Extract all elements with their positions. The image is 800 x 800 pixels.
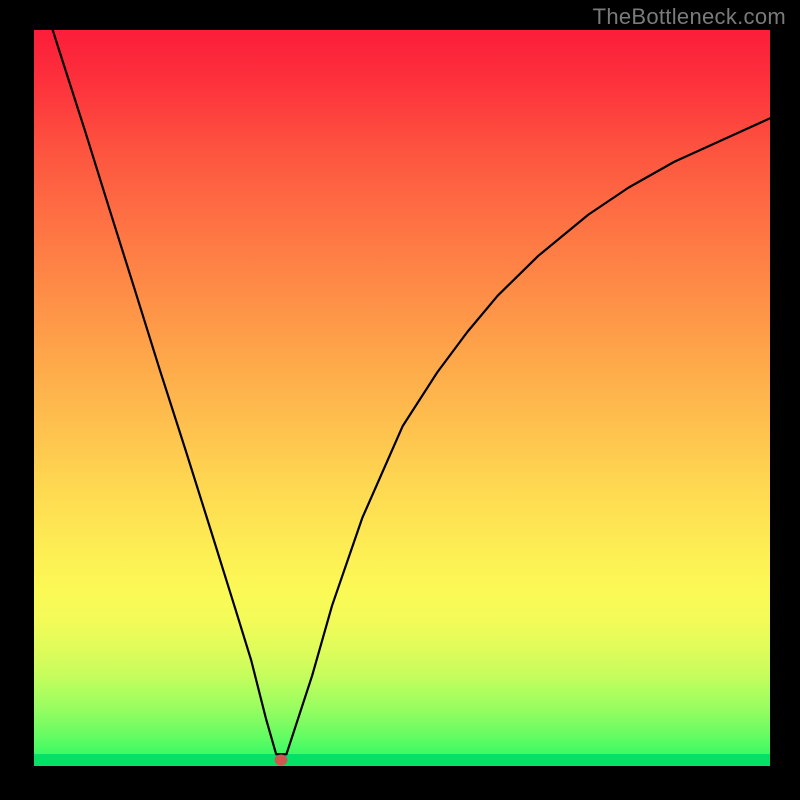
watermark-text: TheBottleneck.com — [593, 4, 786, 30]
chart-frame: TheBottleneck.com — [0, 0, 800, 800]
optimum-marker — [275, 755, 288, 766]
bottleneck-curve — [34, 30, 770, 754]
curve-svg — [34, 30, 770, 766]
plot-area — [34, 30, 770, 766]
